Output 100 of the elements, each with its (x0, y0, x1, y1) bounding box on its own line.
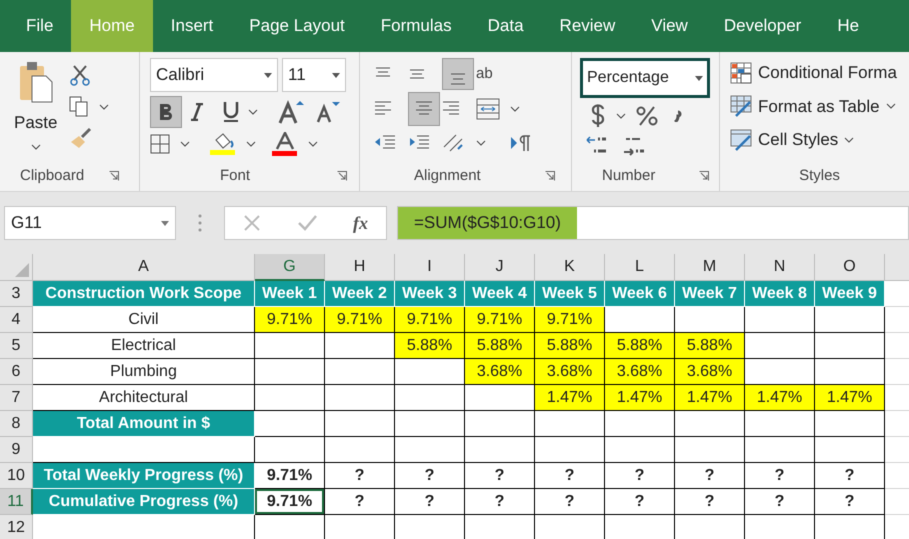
row-header[interactable]: 3 (0, 281, 33, 307)
ribbon-tab[interactable]: Formulas (362, 0, 470, 52)
ribbon-tab[interactable]: Data (470, 0, 542, 52)
copy-icon[interactable] (69, 96, 90, 118)
row-header[interactable]: 9 (0, 437, 33, 463)
table-cell: ? (605, 463, 675, 489)
caret-icon[interactable] (332, 72, 340, 78)
align-bottom-button[interactable] (442, 58, 474, 90)
ribbon-tab[interactable]: Insert (152, 0, 232, 52)
column-header[interactable]: J (465, 254, 535, 281)
chevron-down-icon[interactable] (616, 113, 626, 119)
table-cell: 1.47% (605, 385, 675, 411)
caret-icon[interactable] (161, 220, 169, 226)
chevron-down-icon[interactable] (886, 103, 896, 110)
column-header[interactable]: H (325, 254, 395, 281)
row-header[interactable]: 12 (0, 515, 33, 539)
ribbon-tab[interactable]: Page Layout (231, 0, 363, 52)
styles-button[interactable]: Format as Table (730, 94, 909, 119)
column-header[interactable]: K (535, 254, 605, 281)
table-cell: 5.88% (535, 333, 605, 359)
wrap-text-button[interactable]: ab (476, 67, 496, 81)
group-label: Alignment (414, 166, 481, 186)
chevron-down-icon[interactable] (476, 140, 486, 146)
borders-icon[interactable] (150, 134, 170, 154)
table-cell: 5.88% (605, 333, 675, 359)
decrease-font-icon[interactable] (316, 101, 340, 123)
chevron-down-icon[interactable] (99, 104, 110, 110)
table-cell: 3.68% (535, 359, 605, 385)
table-cell: 9.71% (395, 307, 465, 333)
group-label: Font (220, 166, 250, 186)
column-header[interactable]: O (815, 254, 885, 281)
table-cell: ? (745, 463, 815, 489)
column-header[interactable]: A (33, 254, 255, 281)
font-color-icon[interactable] (272, 132, 298, 156)
styles-button[interactable]: Conditional Forma (730, 60, 909, 86)
column-header[interactable]: L (605, 254, 675, 281)
table-cell: 1.47% (745, 385, 815, 411)
row-header[interactable]: 6 (0, 359, 33, 385)
underline-icon[interactable] (222, 101, 240, 123)
dialog-launcher-icon[interactable] (109, 171, 119, 181)
align-middle-icon[interactable] (408, 67, 426, 81)
chevron-down-icon[interactable] (180, 141, 190, 147)
header-cell: Week 9 (815, 281, 885, 307)
grip-icon[interactable] (198, 214, 202, 232)
paste-button[interactable]: Paste (14, 110, 58, 136)
name-box[interactable]: G11 (4, 206, 176, 240)
caret-icon[interactable] (695, 76, 703, 80)
brush-icon[interactable] (69, 128, 94, 150)
row-header[interactable]: 5 (0, 333, 33, 359)
column-header[interactable]: G (255, 254, 325, 281)
chevron-down-icon[interactable] (246, 141, 256, 147)
merge-icon[interactable] (476, 98, 500, 120)
header-cell: Week 1 (255, 281, 325, 307)
table-cell: 5.88% (675, 333, 745, 359)
insert-function-button[interactable]: fx (353, 210, 368, 236)
column-header[interactable]: N (745, 254, 815, 281)
chevron-down-icon[interactable] (844, 136, 854, 143)
table-cell: Civil (33, 307, 255, 333)
orientation-icon[interactable] (442, 133, 464, 153)
table-cell: ? (535, 463, 605, 489)
row-header[interactable]: 8 (0, 411, 33, 437)
percent-icon[interactable] (636, 106, 658, 126)
comma-icon[interactable] (674, 110, 682, 122)
chevron-down-icon[interactable] (510, 106, 520, 112)
row-header[interactable]: 10 (0, 463, 33, 489)
dialog-launcher-icon[interactable] (699, 171, 709, 181)
font-size-dropdown[interactable]: 11 (282, 58, 346, 92)
caret-icon[interactable] (264, 72, 272, 78)
currency-icon[interactable] (590, 104, 606, 128)
dialog-launcher-icon[interactable] (545, 171, 555, 181)
scissors-icon[interactable] (69, 64, 92, 86)
row-header[interactable]: 7 (0, 385, 33, 411)
row-header[interactable]: 4 (0, 307, 33, 333)
chevron-down-icon[interactable] (30, 144, 41, 150)
increase-font-icon[interactable] (278, 100, 304, 124)
bold-button[interactable] (150, 96, 182, 128)
column-header[interactable]: I (395, 254, 465, 281)
chevron-down-icon[interactable] (308, 141, 318, 147)
column-header[interactable]: M (675, 254, 745, 281)
table-cell: ? (535, 489, 605, 515)
align-center-button[interactable] (408, 92, 440, 126)
styles-button[interactable]: Cell Styles (730, 127, 909, 152)
fill-color-icon[interactable] (210, 132, 236, 156)
clipboard-icon[interactable] (18, 60, 54, 104)
ribbon-tab[interactable]: Review (542, 0, 634, 52)
font-name-dropdown[interactable]: Calibri (150, 58, 278, 92)
row-header[interactable]: 11 (0, 489, 33, 515)
header-cell: Total Amount in $ (33, 411, 255, 437)
number-format-dropdown[interactable]: Percentage (580, 58, 710, 98)
ribbon-tab[interactable]: File (8, 0, 72, 52)
italic-icon[interactable] (190, 103, 204, 121)
table-brush-icon (730, 95, 752, 118)
table-cell: 5.88% (465, 333, 535, 359)
paragraph-direction-icon[interactable] (510, 134, 532, 152)
chevron-down-icon[interactable] (248, 109, 258, 115)
ribbon-tab[interactable]: View (633, 0, 706, 52)
ribbon-tab[interactable]: He (819, 0, 878, 52)
header-cell: Week 4 (465, 281, 535, 307)
dialog-launcher-icon[interactable] (337, 171, 347, 181)
ribbon-tab[interactable]: Developer (706, 0, 820, 52)
